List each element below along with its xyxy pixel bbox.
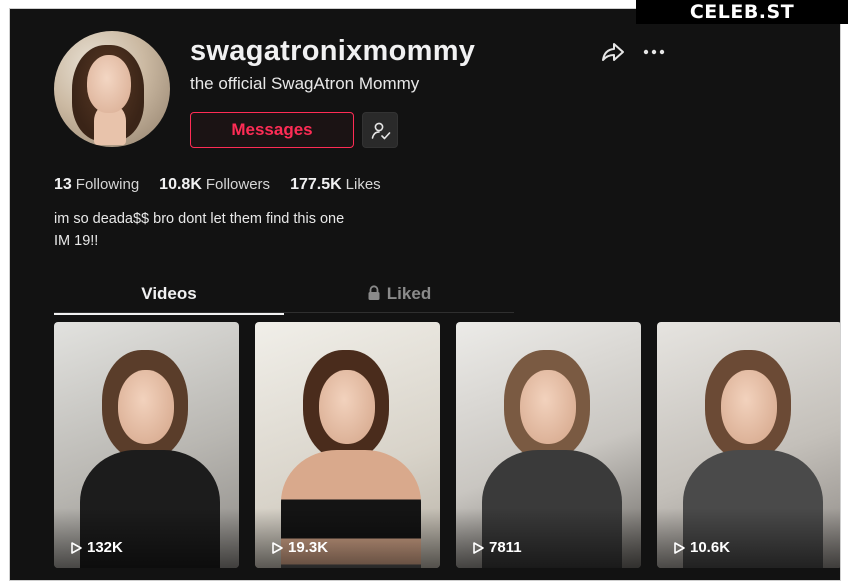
- view-count: 10.6K: [672, 539, 730, 556]
- bio-line: IM 19!!: [54, 233, 99, 249]
- video-card[interactable]: 10.6K: [657, 322, 840, 568]
- view-count: 19.3K: [270, 539, 328, 556]
- bio-line: im so deada$$ bro dont let them find thi…: [54, 211, 345, 227]
- video-card[interactable]: 7811: [456, 322, 641, 568]
- more-icon[interactable]: [641, 39, 667, 65]
- video-card[interactable]: 132K: [54, 322, 239, 568]
- display-name: the official SwagAtron Mommy: [190, 74, 420, 93]
- play-icon: [674, 541, 685, 554]
- following-count[interactable]: 13 Following: [54, 176, 139, 194]
- video-card[interactable]: 19.3K: [255, 322, 440, 568]
- view-count: 7811: [471, 539, 522, 556]
- tab-liked[interactable]: Liked: [284, 279, 514, 313]
- followers-count[interactable]: 10.8K Followers: [159, 176, 270, 194]
- lock-icon: [367, 281, 381, 311]
- likes-count: 177.5K Likes: [290, 176, 381, 193]
- avatar[interactable]: [54, 31, 170, 147]
- video-grid: 132K 19.3K 7811 10.6K: [54, 322, 840, 568]
- username: swagatronixmommy: [190, 35, 476, 67]
- profile-page: swagatronixmommy the official SwagAtron …: [10, 9, 840, 580]
- share-icon[interactable]: [600, 39, 626, 65]
- watermark-logo: CELEB.ST: [636, 0, 848, 24]
- user-check-icon[interactable]: [362, 112, 398, 148]
- play-icon: [71, 541, 82, 554]
- profile-stats: 13 Following 10.8K Followers 177.5K Likes: [54, 176, 401, 194]
- view-count: 132K: [69, 539, 123, 556]
- tab-videos[interactable]: Videos: [54, 279, 284, 315]
- messages-button[interactable]: Messages: [190, 112, 354, 148]
- play-icon: [272, 541, 283, 554]
- bio: im so deada$$ bro dont let them find thi…: [54, 208, 344, 252]
- profile-tabs: Videos Liked: [54, 279, 514, 315]
- play-icon: [473, 541, 484, 554]
